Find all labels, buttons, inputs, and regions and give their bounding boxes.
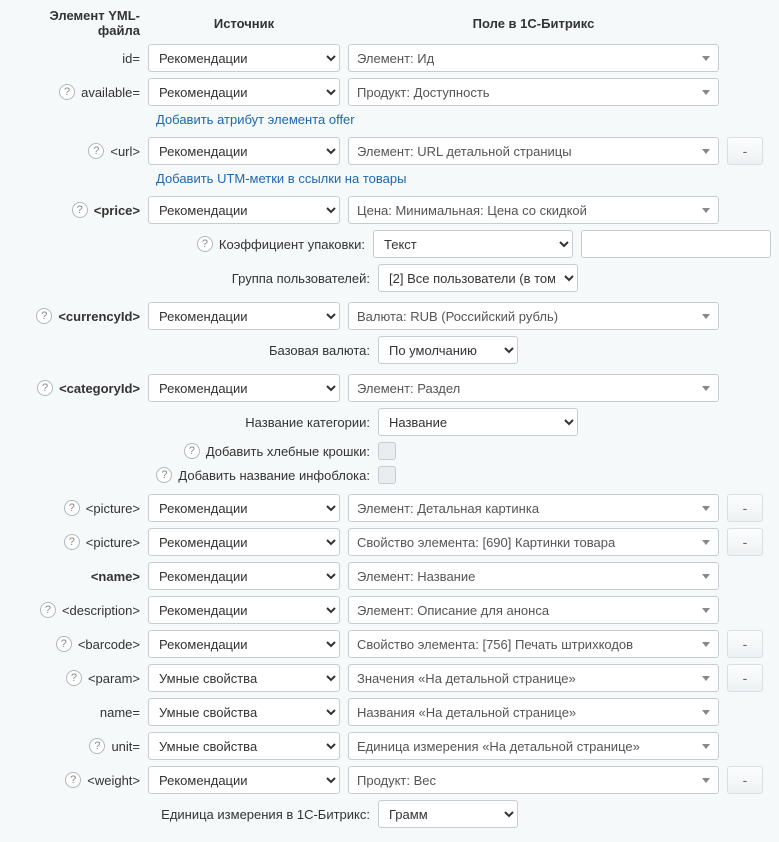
label-category: <categoryId> — [59, 381, 140, 396]
label-param: <param> — [88, 671, 140, 686]
label-description: <description> — [62, 603, 140, 618]
field-picture2[interactable]: Свойство элемента: [690] Картинки товара — [348, 528, 719, 556]
source-name[interactable]: Рекомендации — [148, 562, 340, 590]
delete-button[interactable]: - — [727, 630, 763, 658]
source-available[interactable]: Рекомендации — [148, 78, 340, 106]
cat-name-select[interactable]: Название — [378, 408, 578, 436]
base-currency-select[interactable]: По умолчанию — [378, 336, 518, 364]
source-picture1[interactable]: Рекомендации — [148, 494, 340, 522]
field-barcode[interactable]: Свойство элемента: [756] Печать штрихкод… — [348, 630, 719, 658]
label-unit: unit= — [111, 739, 140, 754]
help-icon[interactable]: ? — [156, 467, 172, 483]
field-weight[interactable]: Продукт: Вес — [348, 766, 719, 794]
help-icon[interactable]: ? — [88, 143, 104, 159]
delete-button[interactable]: - — [727, 664, 763, 692]
help-icon[interactable]: ? — [65, 772, 81, 788]
source-price[interactable]: Рекомендации — [148, 196, 340, 224]
label-weight: <weight> — [87, 773, 140, 788]
label-barcode: <barcode> — [78, 637, 140, 652]
help-icon[interactable]: ? — [36, 308, 52, 324]
link-utm[interactable]: Добавить UTM-метки в ссылки на товары — [156, 171, 406, 186]
help-icon[interactable]: ? — [66, 670, 82, 686]
field-description[interactable]: Элемент: Описание для анонса — [348, 596, 719, 624]
breadcrumbs-checkbox[interactable] — [378, 442, 396, 460]
iblock-name-checkbox[interactable] — [378, 466, 396, 484]
label-url: <url> — [110, 144, 140, 159]
field-url[interactable]: Элемент: URL детальной страницы — [348, 137, 719, 165]
help-icon[interactable]: ? — [40, 602, 56, 618]
label-name: <name> — [91, 569, 140, 584]
user-group-select[interactable]: [2] Все пользователи (в том чис — [378, 264, 578, 292]
label-cat-name: Название категории: — [245, 415, 370, 430]
field-name[interactable]: Элемент: Название — [348, 562, 719, 590]
label-breadcrumbs: Добавить хлебные крошки: — [206, 444, 370, 459]
source-url[interactable]: Рекомендации — [148, 137, 340, 165]
label-price: <price> — [94, 203, 140, 218]
header-field: Поле в 1С-Битрикс — [348, 16, 727, 31]
label-pack-coef: Коэффициент упаковки: — [219, 237, 365, 252]
field-category[interactable]: Элемент: Раздел — [348, 374, 719, 402]
field-price[interactable]: Цена: Минимальная: Цена со скидкой — [348, 196, 719, 224]
field-id[interactable]: Элемент: Ид — [348, 44, 719, 72]
help-icon[interactable]: ? — [56, 636, 72, 652]
header-yml: Элемент YML-файла — [8, 8, 148, 38]
source-name-attr[interactable]: Умные свойства — [148, 698, 340, 726]
help-icon[interactable]: ? — [64, 534, 80, 550]
field-currency[interactable]: Валюта: RUB (Российский рубль) — [348, 302, 719, 330]
source-weight[interactable]: Рекомендации — [148, 766, 340, 794]
source-category[interactable]: Рекомендации — [148, 374, 340, 402]
source-picture2[interactable]: Рекомендации — [148, 528, 340, 556]
field-param[interactable]: Значения «На детальной странице» — [348, 664, 719, 692]
label-picture2: <picture> — [86, 535, 140, 550]
source-param[interactable]: Умные свойства — [148, 664, 340, 692]
label-base-currency: Базовая валюта: — [269, 343, 370, 358]
delete-button[interactable]: - — [727, 766, 763, 794]
source-currency[interactable]: Рекомендации — [148, 302, 340, 330]
pack-coef-input[interactable] — [581, 230, 771, 258]
help-icon[interactable]: ? — [72, 202, 88, 218]
help-icon[interactable]: ? — [89, 738, 105, 754]
source-barcode[interactable]: Рекомендации — [148, 630, 340, 658]
link-offer-attr[interactable]: Добавить атрибут элемента offer — [156, 112, 355, 127]
help-icon[interactable]: ? — [184, 443, 200, 459]
weight-unit-select[interactable]: Грамм — [378, 800, 518, 828]
field-unit[interactable]: Единица измерения «На детальной странице… — [348, 732, 719, 760]
help-icon[interactable]: ? — [197, 236, 213, 252]
pack-coef-select[interactable]: Текст — [373, 230, 573, 258]
delete-button[interactable]: - — [727, 494, 763, 522]
field-available[interactable]: Продукт: Доступность — [348, 78, 719, 106]
source-unit[interactable]: Умные свойства — [148, 732, 340, 760]
delete-button[interactable]: - — [727, 137, 763, 165]
source-id[interactable]: Рекомендации — [148, 44, 340, 72]
help-icon[interactable]: ? — [37, 380, 53, 396]
help-icon[interactable]: ? — [64, 500, 80, 516]
label-currency: <currencyId> — [58, 309, 140, 324]
help-icon[interactable]: ? — [59, 84, 75, 100]
label-picture1: <picture> — [86, 501, 140, 516]
delete-button[interactable]: - — [727, 528, 763, 556]
source-description[interactable]: Рекомендации — [148, 596, 340, 624]
label-available: available= — [81, 85, 140, 100]
field-name-attr[interactable]: Названия «На детальной странице» — [348, 698, 719, 726]
label-user-group: Группа пользователей: — [232, 271, 370, 286]
label-id: id= — [122, 51, 140, 66]
label-weight-unit: Единица измерения в 1С-Битрикс: — [161, 807, 370, 822]
label-name-attr: name= — [100, 705, 140, 720]
label-iblock-name: Добавить название инфоблока: — [178, 468, 370, 483]
field-picture1[interactable]: Элемент: Детальная картинка — [348, 494, 719, 522]
header-source: Источник — [148, 16, 348, 31]
